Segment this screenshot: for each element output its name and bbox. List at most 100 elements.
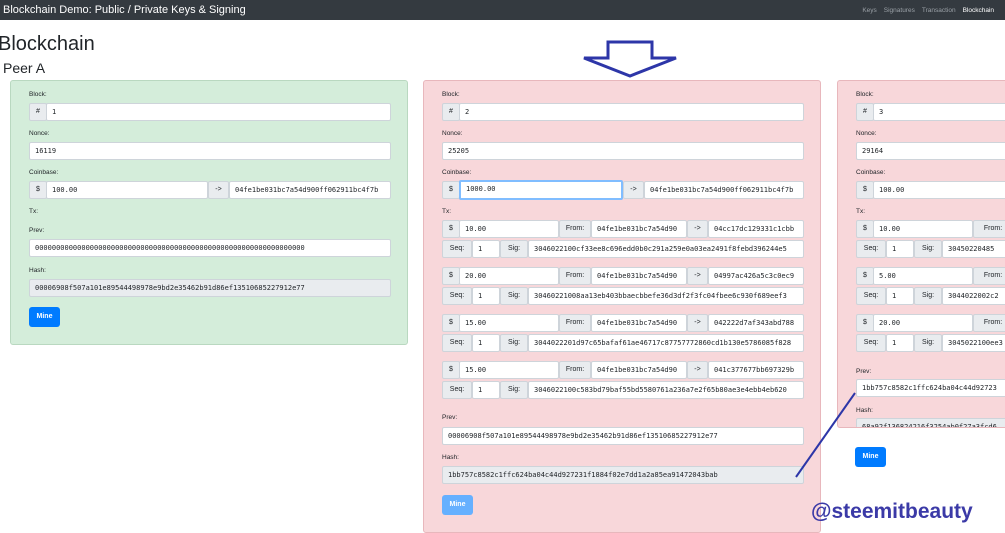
from-addon: From: (559, 220, 591, 238)
block-label: Block: (856, 91, 874, 98)
prev-label: Prev: (29, 227, 45, 234)
dollar-addon: $ (856, 314, 874, 332)
tx-seq-input[interactable]: 1 (886, 334, 914, 352)
tx-seq-input[interactable]: 1 (886, 240, 914, 258)
sig-addon: Sig: (914, 287, 942, 305)
tx-from-input[interactable]: 04fe1be031bc7a54d90 (591, 314, 687, 332)
coinbase-recipient-input[interactable]: 04fe1be031bc7a54d900ff062911bc4f7b (644, 181, 804, 199)
nonce-label: Nonce: (856, 130, 877, 137)
sig-addon: Sig: (914, 240, 942, 258)
from-addon: From: (559, 267, 591, 285)
nonce-input[interactable]: 25205 (442, 142, 804, 160)
tx-amount-input[interactable]: 10.00 (459, 220, 559, 238)
prev-label: Prev: (856, 368, 872, 375)
coinbase-label: Coinbase: (856, 169, 886, 176)
tx-to-input[interactable]: 042222d7af343abd788 (708, 314, 804, 332)
prev-hash-input[interactable]: 1bb757c8582c1ffc624ba04c44d92723 (856, 379, 1005, 397)
seq-addon: Seq: (442, 240, 472, 258)
tx-to-input[interactable]: 04cc17dc129331c1cbb (708, 220, 804, 238)
hash-label: Hash: (856, 407, 873, 414)
seq-addon: Seq: (442, 381, 472, 399)
nav-links: Keys Signatures Transaction Blockchain (862, 7, 1002, 14)
from-addon: From: (559, 314, 591, 332)
arrow-addon: -> (687, 267, 708, 285)
tx-to-input[interactable]: 04997ac426a5c3c0ec9 (708, 267, 804, 285)
sig-addon: Sig: (500, 334, 528, 352)
dollar-addon: $ (856, 181, 874, 199)
dollar-addon: $ (442, 181, 460, 199)
prev-hash-input[interactable]: 0000000000000000000000000000000000000000… (29, 239, 391, 257)
tx-seq-input[interactable]: 1 (472, 240, 500, 258)
tx-amount-input[interactable]: 20.00 (873, 314, 973, 332)
coinbase-label: Coinbase: (29, 169, 59, 176)
coinbase-recipient-input[interactable]: 04fe1be031bc7a54d900ff062911bc4f7b (229, 181, 391, 199)
block-hash-field: 00006908f507a101e89544498978e9bd2e35462b… (29, 279, 391, 297)
tx-seq-input[interactable]: 1 (472, 334, 500, 352)
tx-seq-input[interactable]: 1 (886, 287, 914, 305)
dollar-addon: $ (442, 361, 460, 379)
coinbase-amount-input[interactable]: 100.00 (46, 181, 208, 199)
hash-label: Hash: (29, 267, 46, 274)
sig-addon: Sig: (500, 240, 528, 258)
from-addon: From: (973, 314, 1005, 332)
block-card-1: Block: # 1 Nonce: 16119 Coinbase: $ 100.… (10, 80, 408, 345)
tx-amount-input[interactable]: 15.00 (459, 314, 559, 332)
seq-addon: Seq: (856, 240, 886, 258)
block-number-input[interactable]: 2 (459, 103, 804, 121)
nav-link-keys[interactable]: Keys (862, 7, 876, 14)
down-arrow-icon (583, 40, 677, 78)
arrow-addon: -> (208, 181, 229, 199)
arrow-addon: -> (623, 181, 644, 199)
tx-amount-input[interactable]: 10.00 (873, 220, 973, 238)
tx-sig-input[interactable]: 3045022100ee3 (942, 334, 1005, 352)
mine-button[interactable]: Mine (855, 447, 886, 467)
sig-addon: Sig: (914, 334, 942, 352)
nav-link-transaction[interactable]: Transaction (922, 7, 956, 14)
nav-link-signatures[interactable]: Signatures (884, 7, 915, 14)
watermark-text: @steemitbeauty (811, 500, 973, 523)
prev-hash-input[interactable]: 00006908f507a101e89544498978e9bd2e35462b… (442, 427, 804, 445)
tx-sig-input[interactable]: 3046022100cf33ee8c696edd0b0c291a259e0a03… (528, 240, 804, 258)
coinbase-amount-input[interactable]: 1000.00 (459, 180, 623, 200)
from-addon: From: (973, 220, 1005, 238)
tx-amount-input[interactable]: 15.00 (459, 361, 559, 379)
coinbase-amount-input[interactable]: 100.00 (873, 181, 1005, 199)
hash-label: Hash: (442, 454, 459, 461)
from-addon: From: (973, 267, 1005, 285)
prev-label: Prev: (442, 414, 458, 421)
tx-from-input[interactable]: 04fe1be031bc7a54d90 (591, 361, 687, 379)
tx-amount-input[interactable]: 5.00 (873, 267, 973, 285)
block-number-input[interactable]: 1 (46, 103, 391, 121)
tx-to-input[interactable]: 041c377677bb697329b (708, 361, 804, 379)
app-brand-title[interactable]: Blockchain Demo: Public / Private Keys &… (3, 4, 246, 16)
tx-label: Tx: (29, 208, 39, 215)
dollar-addon: $ (442, 267, 460, 285)
dollar-addon: $ (442, 314, 460, 332)
tx-sig-input[interactable]: 3046022100c583bd79baf55bd5580761a236a7e2… (528, 381, 804, 399)
tx-seq-input[interactable]: 1 (472, 287, 500, 305)
tx-sig-input[interactable]: 3044022201d97c65bafaf61ae46717c877577728… (528, 334, 804, 352)
tx-sig-input[interactable]: 30460221008aa13eb403bbaecbbefe36d3df2f3f… (528, 287, 804, 305)
hash-addon: # (29, 103, 47, 121)
tx-seq-input[interactable]: 1 (472, 381, 500, 399)
block-card-2: Block: # 2 Nonce: 25205 Coinbase: $ 1000… (423, 80, 821, 533)
nonce-input[interactable]: 29164 (856, 142, 1005, 160)
mine-button[interactable]: Mine (442, 495, 473, 515)
mine-button[interactable]: Mine (29, 307, 60, 327)
tx-sig-input[interactable]: 3044022002c2 (942, 287, 1005, 305)
nonce-input[interactable]: 16119 (29, 142, 391, 160)
from-addon: From: (559, 361, 591, 379)
tx-amount-input[interactable]: 20.00 (459, 267, 559, 285)
tx-sig-input[interactable]: 30450220485 (942, 240, 1005, 258)
sig-addon: Sig: (500, 381, 528, 399)
hash-addon: # (442, 103, 460, 121)
nonce-label: Nonce: (442, 130, 463, 137)
nav-link-blockchain[interactable]: Blockchain (963, 7, 994, 14)
tx-from-input[interactable]: 04fe1be031bc7a54d90 (591, 220, 687, 238)
tx-label: Tx: (442, 208, 452, 215)
dollar-addon: $ (856, 267, 874, 285)
seq-addon: Seq: (442, 334, 472, 352)
tx-label: Tx: (856, 208, 866, 215)
block-number-input[interactable]: 3 (873, 103, 1005, 121)
tx-from-input[interactable]: 04fe1be031bc7a54d90 (591, 267, 687, 285)
